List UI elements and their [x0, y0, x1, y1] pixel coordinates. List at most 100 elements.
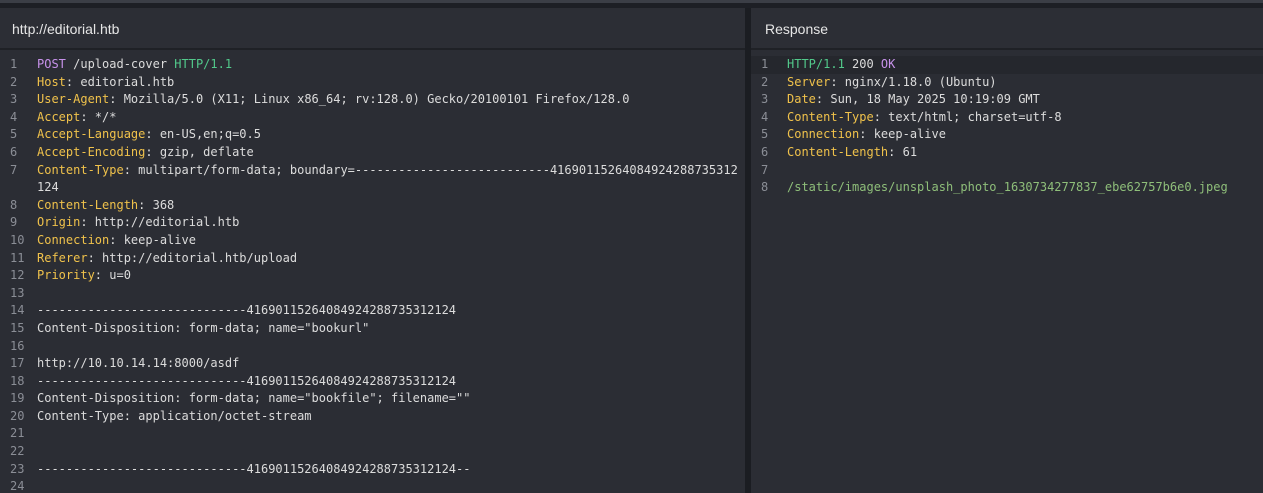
token-path: /static/images/unsplash_photo_1630734277… — [787, 180, 1228, 195]
token-hname: Date — [787, 92, 816, 107]
request-line[interactable]: 9 Origin: http://editorial.htb — [0, 214, 745, 232]
token-method: POST — [37, 57, 66, 71]
token-plain: : keep-alive — [859, 127, 946, 142]
line-number: 20 — [10, 408, 25, 423]
line-number: 11 — [10, 250, 25, 265]
request-pane: http://editorial.htb 1 POST /upload-cover… — [0, 8, 745, 493]
request-line[interactable]: 14 -----------------------------416901152… — [0, 302, 745, 320]
token-hname: Origin — [37, 215, 81, 230]
token-plain: : Mozilla/5.0 (X11; Linux x86_64; rv:128… — [109, 92, 630, 107]
request-line[interactable]: 19 Content-Disposition: form-data; name="… — [0, 390, 745, 408]
request-line[interactable]: 15 Content-Disposition: form-data; name="… — [0, 320, 745, 338]
response-line[interactable]: 2 Server: nginx/1.18.0 (Ubuntu) — [751, 74, 1263, 92]
request-line[interactable]: 3 User-Agent: Mozilla/5.0 (X11; Linux x86… — [0, 91, 745, 109]
response-line[interactable]: 7 — [751, 162, 1263, 180]
line-text: Content-Length: 61 — [787, 144, 1263, 162]
line-number: 6 — [761, 144, 769, 159]
token-plain: : 368 — [138, 197, 175, 212]
request-line[interactable]: 17 http://10.10.14.14:8000/asdf — [0, 355, 745, 373]
token-plain: : Sun, 18 May 2025 10:19:09 GMT — [815, 92, 1040, 107]
token-plain: : keep-alive — [109, 232, 196, 247]
request-line[interactable]: 5 Accept-Language: en-US,en;q=0.5 — [0, 126, 745, 144]
line-text: User-Agent: Mozilla/5.0 (X11; Linux x86_… — [37, 91, 743, 109]
line-text: -----------------------------41690115264… — [37, 461, 743, 479]
request-line[interactable]: 11 Referer: http://editorial.htb/upload — [0, 250, 745, 268]
request-line[interactable]: 1 POST /upload-cover HTTP/1.1 — [0, 56, 745, 74]
request-line[interactable]: 10 Connection: keep-alive — [0, 232, 745, 250]
line-number: 19 — [10, 391, 25, 406]
request-line[interactable]: 8 Content-Length: 368 — [0, 197, 745, 215]
line-text: Accept-Language: en-US,en;q=0.5 — [37, 126, 743, 144]
request-pane-title: http://editorial.htb — [0, 8, 745, 50]
request-line[interactable]: 23 -----------------------------416901152… — [0, 461, 745, 479]
response-line[interactable]: 8/static/images/unsplash_photo_163073427… — [751, 179, 1263, 197]
response-line[interactable]: 4 Content-Type: text/html; charset=utf-8 — [751, 109, 1263, 127]
request-line[interactable]: 18 -----------------------------416901152… — [0, 373, 745, 391]
line-number: 8 — [10, 197, 18, 212]
request-line[interactable]: 6 Accept-Encoding: gzip, deflate — [0, 144, 745, 162]
response-line[interactable]: 3 Date: Sun, 18 May 2025 10:19:09 GMT — [751, 91, 1263, 109]
token-hname: Priority — [37, 268, 95, 283]
line-number: 4 — [10, 109, 18, 124]
line-text: Priority: u=0 — [37, 267, 743, 285]
line-text: Content-Disposition: form-data; name="bo… — [37, 390, 743, 408]
response-line[interactable]: 1 HTTP/1.1 200 OK — [751, 56, 1263, 74]
request-editor[interactable]: 1 POST /upload-cover HTTP/1.1 2 Host: edito… — [0, 56, 745, 493]
token-plain: -----------------------------41690115264… — [37, 373, 457, 388]
request-line[interactable]: 16 — [0, 338, 745, 356]
line-text: Host: editorial.htb — [37, 74, 743, 92]
line-number: 22 — [10, 444, 25, 459]
line-text: Connection: keep-alive — [37, 232, 743, 250]
token-plain: -----------------------------41690115264… — [37, 303, 457, 318]
line-number: 2 — [10, 74, 18, 89]
request-line[interactable]: 24 — [0, 478, 745, 493]
token-hname: Accept-Encoding — [37, 144, 146, 159]
line-number: 13 — [10, 285, 25, 300]
line-number: 2 — [761, 74, 769, 89]
token-proto: HTTP/1.1 — [787, 57, 845, 71]
request-line[interactable]: 13 — [0, 285, 745, 303]
token-hname: Server — [787, 74, 831, 89]
line-text: Connection: keep-alive — [787, 126, 1263, 144]
token-hname: Connection — [37, 232, 110, 247]
request-line[interactable]: 4 Accept: */* — [0, 109, 745, 127]
response-editor[interactable]: 1 HTTP/1.1 200 OK 2 Server: nginx/1.18.0 (U… — [751, 56, 1263, 197]
token-plain: /upload-cover — [65, 57, 175, 71]
token-hname: Content-Length — [787, 144, 889, 159]
token-plain: http://10.10.14.14:8000/asdf — [37, 356, 240, 371]
line-text: Content-Length: 368 — [37, 197, 743, 215]
request-line[interactable]: 2 Host: editorial.htb — [0, 74, 745, 92]
line-text: Accept-Encoding: gzip, deflate — [37, 144, 743, 162]
line-number: 14 — [10, 303, 25, 318]
request-line[interactable]: 20 Content-Type: application/octet-stream — [0, 408, 745, 426]
token-hname: User-Agent — [37, 92, 110, 107]
line-number: 21 — [10, 426, 25, 441]
line-text: -----------------------------41690115264… — [37, 302, 743, 320]
token-hname: Connection — [787, 127, 860, 142]
top-bar — [0, 0, 1263, 8]
token-plain: : http://editorial.htb/upload — [87, 250, 298, 265]
line-number: 1 — [761, 57, 769, 71]
request-line[interactable]: 21 — [0, 425, 745, 443]
line-number: 5 — [761, 127, 769, 142]
request-line[interactable]: 12 Priority: u=0 — [0, 267, 745, 285]
response-line[interactable]: 6 Content-Length: 61 — [751, 144, 1263, 162]
line-number: 3 — [761, 92, 769, 107]
response-pane-title: Response — [751, 8, 1263, 50]
line-number: 8 — [761, 180, 769, 195]
line-number: 6 — [10, 144, 18, 159]
line-text: Referer: http://editorial.htb/upload — [37, 250, 743, 268]
token-hname: Accept — [37, 109, 81, 124]
request-line[interactable]: 22 — [0, 443, 745, 461]
line-text: http://10.10.14.14:8000/asdf — [37, 355, 743, 373]
token-plain: Content-Disposition: form-data; name="bo… — [37, 391, 471, 406]
token-hname: Host — [37, 74, 66, 89]
response-line[interactable]: 5 Connection: keep-alive — [751, 126, 1263, 144]
token-plain: : gzip, deflate — [145, 144, 254, 159]
line-number: 3 — [10, 92, 18, 107]
line-text: Server: nginx/1.18.0 (Ubuntu) — [787, 74, 1263, 92]
line-text: -----------------------------41690115264… — [37, 373, 743, 391]
line-number: 7 — [761, 162, 769, 177]
request-line[interactable]: 7 Content-Type: multipart/form-data; boun… — [0, 162, 745, 197]
token-plain: : en-US,en;q=0.5 — [145, 127, 261, 142]
